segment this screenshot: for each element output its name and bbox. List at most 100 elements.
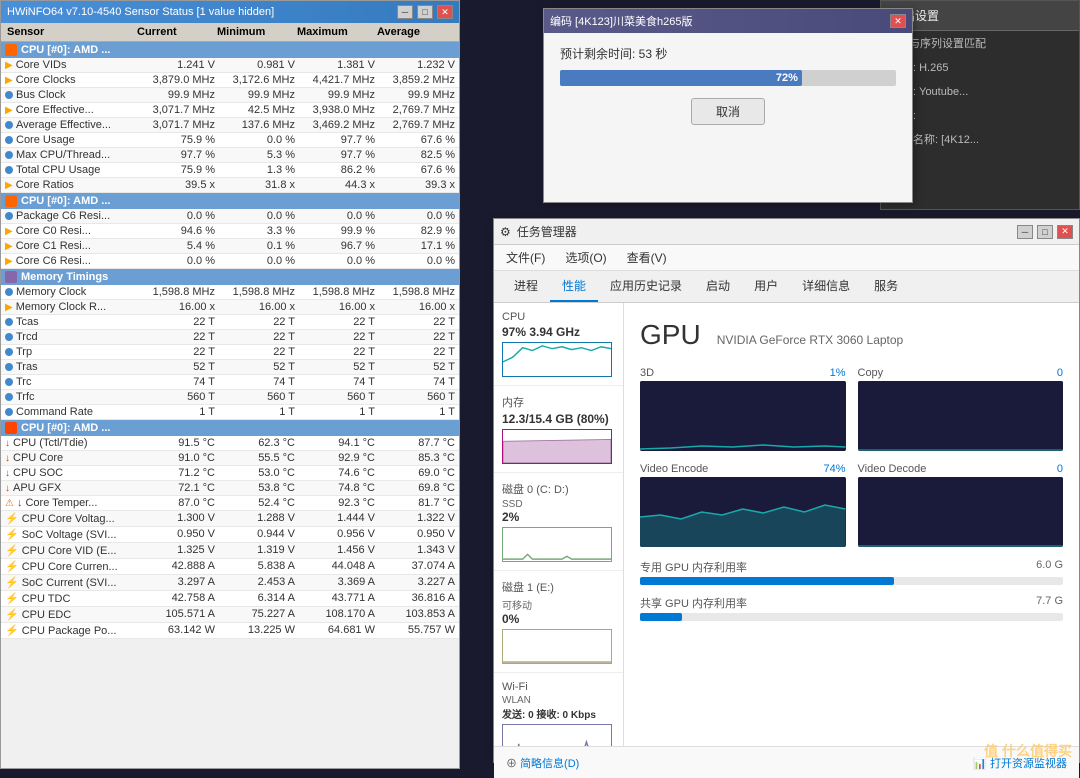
perf-item-memory[interactable]: 内存 12.3/15.4 GB (80%) (494, 386, 623, 473)
row-cpu-edc: ⚡ CPU EDC 105.571 A 75.227 A 108.170 A 1… (1, 607, 459, 623)
tab-startup[interactable]: 启动 (694, 271, 742, 302)
tab-performance[interactable]: 性能 (550, 271, 598, 302)
row-max-cpu-thread: Max CPU/Thread... 97.7 % 5.3 % 97.7 % 82… (1, 148, 459, 163)
circle-icon (5, 348, 13, 356)
circle-icon (5, 91, 13, 99)
perf-cpu-label: CPU (502, 311, 615, 323)
tab-users[interactable]: 用户 (742, 271, 790, 302)
perf-mem-chart (502, 429, 612, 464)
perf-cpu-value: 97% 3.94 GHz (502, 325, 615, 339)
circle-icon (5, 363, 13, 371)
row-core-c0: ▶ Core C0 Resi... 94.6 % 3.3 % 99.9 % 82… (1, 224, 459, 239)
bolt-icon: ⚡ (5, 624, 19, 637)
circle-icon (5, 318, 13, 326)
gpu-vram-dedicated-label: 专用 GPU 内存利用率 (640, 562, 747, 574)
gpu-metric-decode: Video Decode 0 (858, 463, 1064, 547)
arrow-icon: ▶ (5, 60, 13, 71)
row-cpu-core-current: ⚡ CPU Core Curren... 42.888 A 5.838 A 44… (1, 559, 459, 575)
gpu-vram-dedicated-size: 6.0 G (1036, 559, 1063, 571)
tm-restore-button[interactable]: □ (1037, 225, 1053, 239)
encoder-window-controls: ✕ (890, 14, 906, 28)
tm-close-button[interactable]: ✕ (1057, 225, 1073, 239)
row-core-effective: ▶ Core Effective... 3,071.7 MHz 42.5 MHz… (1, 103, 459, 118)
mem-icon (5, 271, 17, 283)
taskmanager-title-text: 任务管理器 (517, 223, 577, 240)
perf-item-wifi[interactable]: Wi-Fi WLAN 发送: 0 接收: 0 Kbps (494, 673, 623, 746)
gpu-vram-shared-label: 共享 GPU 内存利用率 (640, 598, 747, 610)
row-tras: Tras 52 T 52 T 52 T 52 T (1, 360, 459, 375)
gpu-decode-value: 0 (1057, 463, 1063, 475)
perf-mem-label: 内存 (502, 394, 615, 410)
taskmanager-controls: ─ □ ✕ (1017, 225, 1073, 239)
row-core-ratios: ▶ Core Ratios 39.5 x 31.8 x 44.3 x 39.3 … (1, 178, 459, 193)
row-cpu-core-temp: ↓ CPU Core 91.0 °C 55.5 °C 92.9 °C 85.3 … (1, 451, 459, 466)
row-mem-clock-r: ▶ Memory Clock R... 16.00 x 16.00 x 16.0… (1, 300, 459, 315)
tab-app-history[interactable]: 应用历史记录 (598, 271, 694, 302)
cpu-icon2 (5, 195, 17, 207)
row-trcd: Trcd 22 T 22 T 22 T 22 T (1, 330, 459, 345)
hwinfo-window: HWiNFO64 v7.10-4540 Sensor Status [1 val… (0, 0, 460, 769)
perf-item-cpu[interactable]: CPU 97% 3.94 GHz (494, 303, 623, 386)
row-trp: Trp 22 T 22 T 22 T 22 T (1, 345, 459, 360)
perf-item-disk0[interactable]: 磁盘 0 (C: D:) SSD 2% (494, 473, 623, 571)
tab-process[interactable]: 进程 (502, 271, 550, 302)
taskmanager-title: ⚙ 任务管理器 (500, 223, 577, 240)
menu-file[interactable]: 文件(F) (502, 247, 549, 268)
perf-wifi-chart (502, 724, 612, 746)
gpu-detail-panel: GPU NVIDIA GeForce RTX 3060 Laptop 3D 1% (624, 303, 1079, 746)
row-soc-voltage: ⚡ SoC Voltage (SVI... 0.950 V 0.944 V 0.… (1, 527, 459, 543)
tab-details[interactable]: 详细信息 (790, 271, 862, 302)
row-core-usage: Core Usage 75.9 % 0.0 % 97.7 % 67.6 % (1, 133, 459, 148)
hwinfo-minimize-button[interactable]: ─ (397, 5, 413, 19)
perf-disk1-type: 可移动 (502, 597, 615, 612)
hwinfo-title: HWiNFO64 v7.10-4540 Sensor Status [1 val… (7, 6, 274, 18)
perf-cpu-chart (502, 342, 612, 377)
gpu-encode-label: Video Encode (640, 463, 708, 475)
taskmanager-titlebar: ⚙ 任务管理器 ─ □ ✕ (494, 219, 1079, 245)
row-cpu-tdie: ↓ CPU (Tctl/Tdie) 91.5 °C 62.3 °C 94.1 °… (1, 436, 459, 451)
bolt-icon: ⚡ (5, 576, 19, 589)
circle-icon (5, 408, 13, 416)
cpu-temp-icon (5, 422, 17, 434)
perf-disk1-value: 0% (502, 612, 615, 626)
tm-minimize-button[interactable]: ─ (1017, 225, 1033, 239)
perf-wifi-label: Wi-Fi (502, 681, 615, 693)
gpu-vram-dedicated-fill (640, 577, 894, 585)
encoder-title: 编码 [4K123]川菜美食h265版 (550, 13, 692, 29)
hwinfo-close-button[interactable]: ✕ (437, 5, 453, 19)
taskmanager-tabs: 进程 性能 应用历史记录 启动 用户 详细信息 服务 (494, 271, 1079, 303)
encoder-time-label: 预计剩余时间: 53 秒 (560, 45, 667, 62)
row-avg-effective: Average Effective... 3,071.7 MHz 137.6 M… (1, 118, 459, 133)
menu-options[interactable]: 选项(O) (561, 247, 610, 268)
gpu-vram-shared-size: 7.7 G (1036, 595, 1063, 607)
perf-item-disk1[interactable]: 磁盘 1 (E:) 可移动 0% (494, 571, 623, 673)
encoder-close-button[interactable]: ✕ (890, 14, 906, 28)
cancel-button[interactable]: 取消 (691, 98, 765, 125)
tab-services[interactable]: 服务 (862, 271, 910, 302)
row-core-temp-warning: ⚠ ↓ Core Temper... 87.0 °C 52.4 °C 92.3 … (1, 496, 459, 511)
circle-icon (5, 378, 13, 386)
gpu-3d-chart (640, 381, 846, 451)
col-average: Average (375, 25, 455, 39)
gpu-vram-dedicated: 专用 GPU 内存利用率 6.0 G (640, 559, 1063, 587)
gpu-memory-section: 专用 GPU 内存利用率 6.0 G (640, 559, 1063, 587)
bottom-left: ⊕ 简略信息(D) (506, 755, 579, 771)
gpu-metric-3d: 3D 1% (640, 367, 846, 451)
perf-disk1-chart (502, 629, 612, 664)
encoder-titlebar: 编码 [4K123]川菜美食h265版 ✕ (544, 9, 912, 33)
hwinfo-restore-button[interactable]: □ (417, 5, 433, 19)
gpu-metric-encode: Video Encode 74% (640, 463, 846, 547)
section-cpu0: CPU [#0]: AMD ... (1, 42, 459, 58)
simplified-info-link[interactable]: 简略信息(D) (520, 758, 579, 770)
section-memtimings-label: Memory Timings (21, 271, 108, 283)
taskmanager-icon: ⚙ (500, 225, 511, 239)
row-trc: Trc 74 T 74 T 74 T 74 T (1, 375, 459, 390)
perf-disk1-label: 磁盘 1 (E:) (502, 579, 615, 595)
watermark: 值 什么值得买 (984, 741, 1072, 761)
taskmanager-content: CPU 97% 3.94 GHz 内存 12.3/15.4 GB (80%) (494, 303, 1079, 746)
encoder-cancel-row: 取消 (560, 98, 896, 125)
menu-view[interactable]: 查看(V) (623, 247, 671, 268)
arrow-icon: ▶ (5, 302, 13, 313)
arrow-icon: ▶ (5, 75, 13, 86)
gpu-copy-label: Copy (858, 367, 884, 379)
